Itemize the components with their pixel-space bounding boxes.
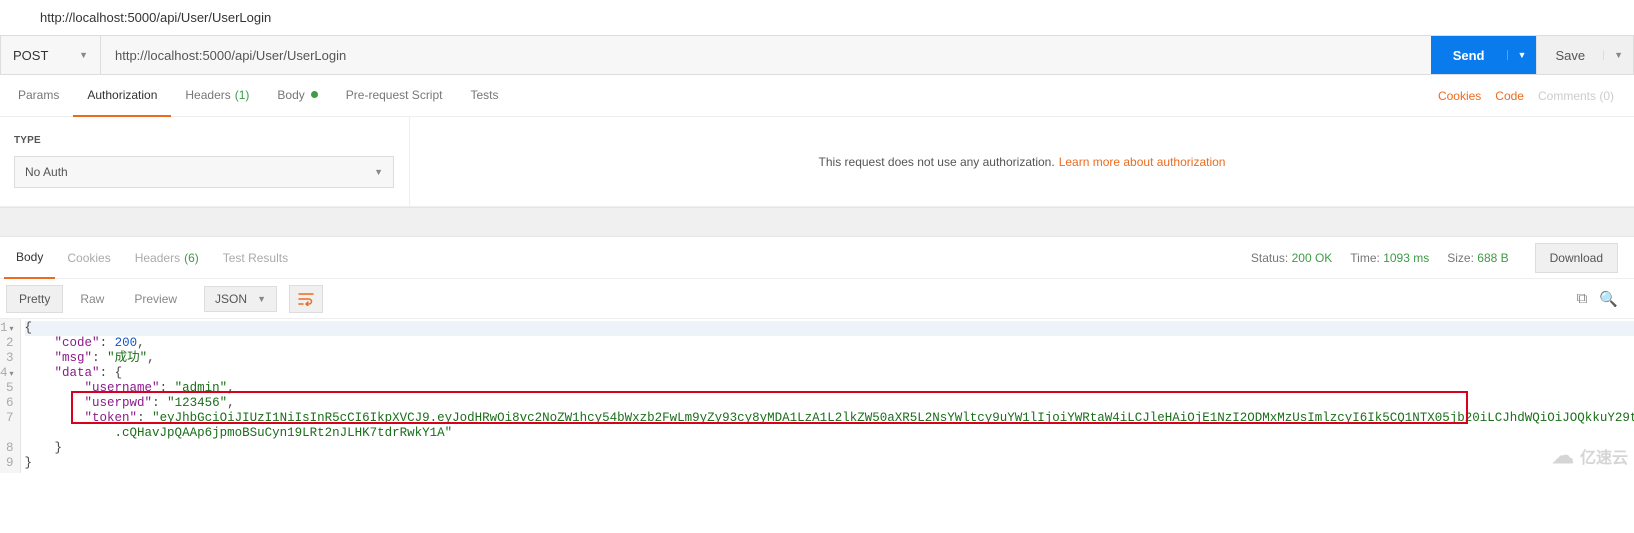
learn-more-link[interactable]: Learn more about authorization bbox=[1059, 155, 1226, 169]
send-button[interactable]: Send ▼ bbox=[1431, 36, 1537, 74]
auth-left: TYPE No Auth ▼ bbox=[0, 117, 410, 206]
request-bar: POST ▼ Send ▼ Save ▼ bbox=[0, 35, 1634, 75]
send-label: Send bbox=[1431, 48, 1507, 63]
format-select[interactable]: JSON ▼ bbox=[204, 286, 277, 312]
chevron-down-icon[interactable]: ▼ bbox=[1603, 50, 1633, 60]
tab-tests[interactable]: Tests bbox=[456, 75, 512, 117]
panel-divider bbox=[0, 207, 1634, 237]
code-link[interactable]: Code bbox=[1495, 89, 1524, 103]
tab-label: Body bbox=[277, 88, 304, 102]
response-tabs: Body Cookies Headers (6) Test Results St… bbox=[0, 237, 1634, 279]
comments-link[interactable]: Comments (0) bbox=[1538, 89, 1614, 103]
tab-label: Headers bbox=[185, 88, 230, 102]
save-label: Save bbox=[1537, 48, 1603, 63]
response-tab-body[interactable]: Body bbox=[4, 237, 55, 279]
view-raw[interactable]: Raw bbox=[67, 285, 117, 313]
wrap-icon bbox=[298, 292, 314, 306]
response-viewer-bar: Pretty Raw Preview JSON ▼ ⧉ 🔍 bbox=[0, 279, 1634, 319]
request-tabs: Params Authorization Headers (1) Body Pr… bbox=[0, 75, 1634, 117]
auth-message: This request does not use any authorizat… bbox=[819, 155, 1055, 169]
method-select[interactable]: POST ▼ bbox=[1, 36, 101, 74]
headers-count: (6) bbox=[184, 251, 199, 265]
headers-count: (1) bbox=[235, 88, 250, 102]
size-label: Size: 688 B bbox=[1447, 251, 1508, 265]
auth-type-value: No Auth bbox=[25, 165, 68, 179]
method-value: POST bbox=[13, 48, 48, 63]
code-content[interactable]: { "code": 200, "msg": "成功", "data": { "u… bbox=[21, 319, 1634, 473]
response-body-view: 1 2 3 4 5 6 7 8 9 { "code": 200, "msg": … bbox=[0, 319, 1634, 473]
response-status: Status: 200 OK Time: 1093 ms Size: 688 B… bbox=[1251, 243, 1630, 273]
chevron-down-icon: ▼ bbox=[79, 50, 88, 60]
tab-headers[interactable]: Headers (1) bbox=[171, 75, 263, 117]
view-pretty[interactable]: Pretty bbox=[6, 285, 63, 313]
copy-icon[interactable]: ⧉ bbox=[1577, 290, 1588, 308]
format-value: JSON bbox=[215, 292, 247, 306]
tab-prerequest-script[interactable]: Pre-request Script bbox=[332, 75, 457, 117]
auth-type-select[interactable]: No Auth ▼ bbox=[14, 156, 394, 188]
auth-info: This request does not use any authorizat… bbox=[410, 117, 1634, 206]
chevron-down-icon: ▼ bbox=[257, 294, 266, 304]
authorization-panel: TYPE No Auth ▼ This request does not use… bbox=[0, 117, 1634, 207]
tab-params[interactable]: Params bbox=[4, 75, 73, 117]
time-label: Time: 1093 ms bbox=[1350, 251, 1429, 265]
tabs-right-links: Cookies Code Comments (0) bbox=[1438, 89, 1630, 103]
tab-body[interactable]: Body bbox=[263, 75, 331, 117]
save-button[interactable]: Save ▼ bbox=[1536, 36, 1633, 74]
cookies-link[interactable]: Cookies bbox=[1438, 89, 1481, 103]
chevron-down-icon[interactable]: ▼ bbox=[1507, 50, 1537, 60]
line-gutter: 1 2 3 4 5 6 7 8 9 bbox=[0, 319, 21, 473]
body-indicator-dot bbox=[311, 91, 318, 98]
view-preview[interactable]: Preview bbox=[121, 285, 190, 313]
download-button[interactable]: Download bbox=[1535, 243, 1618, 273]
request-title: http://localhost:5000/api/User/UserLogin bbox=[0, 0, 1634, 35]
response-tab-cookies[interactable]: Cookies bbox=[55, 237, 122, 279]
viewer-right-icons: ⧉ 🔍 bbox=[1577, 290, 1628, 308]
chevron-down-icon: ▼ bbox=[374, 167, 383, 177]
response-tab-test-results[interactable]: Test Results bbox=[211, 237, 300, 279]
search-icon[interactable]: 🔍 bbox=[1599, 290, 1618, 308]
auth-type-label: TYPE bbox=[14, 135, 395, 146]
status-label: Status: 200 OK bbox=[1251, 251, 1332, 265]
response-tab-headers[interactable]: Headers (6) bbox=[123, 237, 211, 279]
url-input[interactable] bbox=[101, 36, 1431, 74]
wrap-lines-button[interactable] bbox=[289, 285, 323, 313]
tab-authorization[interactable]: Authorization bbox=[73, 75, 171, 117]
tab-label: Headers bbox=[135, 251, 180, 265]
